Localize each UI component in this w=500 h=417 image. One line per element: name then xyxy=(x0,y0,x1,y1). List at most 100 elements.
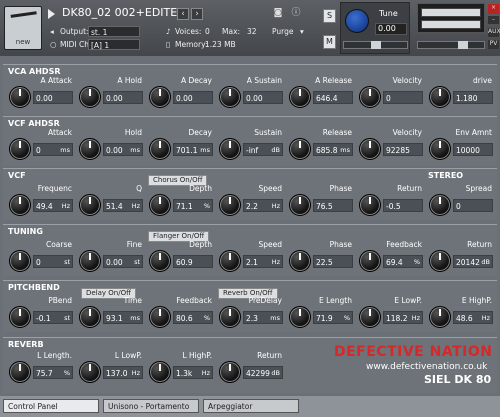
predelay-knob[interactable] xyxy=(219,306,241,328)
volume-slider-thumb[interactable] xyxy=(458,41,468,49)
max-voices-value[interactable]: 32 xyxy=(247,27,257,36)
phase-knob[interactable] xyxy=(289,194,311,216)
sustain-value[interactable]: -inf dB xyxy=(243,143,283,156)
sustain-knob[interactable] xyxy=(219,138,241,160)
velocity-knob[interactable] xyxy=(359,138,381,160)
speed-value[interactable]: 2.2 Hz xyxy=(243,199,283,212)
a-decay-knob[interactable] xyxy=(149,86,171,108)
pan-slider-thumb[interactable] xyxy=(371,41,381,49)
pbend-knob[interactable] xyxy=(9,306,31,328)
prev-instrument-button[interactable]: ‹ xyxy=(177,8,189,20)
output-select[interactable]: st. 1 xyxy=(88,26,140,37)
a-sustain-value[interactable]: 0.00 xyxy=(243,91,283,104)
a-release-knob[interactable] xyxy=(289,86,311,108)
tune-knob[interactable] xyxy=(345,9,369,33)
e-length-value[interactable]: 71.9% xyxy=(313,311,353,324)
return-value[interactable]: -0.5 xyxy=(383,199,423,212)
feedback-value[interactable]: 80.6% xyxy=(173,311,213,324)
attack-value[interactable]: 0 ms xyxy=(33,143,73,156)
instrument-logo-button[interactable]: new xyxy=(4,6,42,50)
tune-value[interactable]: 0.00 xyxy=(375,23,407,35)
return-value[interactable]: 42299 dB xyxy=(243,366,283,379)
a-release-value[interactable]: 646.4 xyxy=(313,91,353,104)
volume-slider[interactable] xyxy=(417,41,485,49)
pbend-value[interactable]: -0.1 st xyxy=(33,311,73,324)
hold-knob[interactable] xyxy=(79,138,101,160)
a-hold-knob[interactable] xyxy=(79,86,101,108)
velocity-knob[interactable] xyxy=(359,86,381,108)
tab-control-panel[interactable]: Control Panel xyxy=(3,399,99,413)
release-knob[interactable] xyxy=(289,138,311,160)
a-attack-knob[interactable] xyxy=(9,86,31,108)
speed-knob[interactable] xyxy=(219,250,241,272)
drive-knob[interactable] xyxy=(429,86,451,108)
pv-button[interactable]: PV xyxy=(488,40,499,49)
attack-knob[interactable] xyxy=(9,138,31,160)
info-icon[interactable]: ⓘ xyxy=(290,8,302,20)
pan-slider[interactable] xyxy=(343,41,408,49)
l-highp-value[interactable]: 1.3k Hz xyxy=(173,366,213,379)
feedback-knob[interactable] xyxy=(149,306,171,328)
return-knob[interactable] xyxy=(429,250,451,272)
frequenc-knob[interactable] xyxy=(9,194,31,216)
depth-knob[interactable] xyxy=(149,250,171,272)
e-length-knob[interactable] xyxy=(289,306,311,328)
phase-knob[interactable] xyxy=(289,250,311,272)
midi-channel-select[interactable]: [A] 1 xyxy=(88,39,140,50)
instrument-name[interactable]: DK80_02 002+EDITED xyxy=(62,6,186,19)
aux-button[interactable]: AUX xyxy=(488,28,500,37)
purge-button[interactable]: Purge xyxy=(272,27,293,36)
tab-unisono-portamento[interactable]: Unisono - Portamento xyxy=(103,399,199,413)
return-value[interactable]: 20142 dB xyxy=(453,255,493,268)
spread-value[interactable]: 0 xyxy=(453,199,493,212)
release-value[interactable]: 685.8 ms xyxy=(313,143,353,156)
l-lowp-value[interactable]: 137.0 Hz xyxy=(103,366,143,379)
decay-value[interactable]: 701.1 ms xyxy=(173,143,213,156)
feedback-knob[interactable] xyxy=(359,250,381,272)
e-lowp-knob[interactable] xyxy=(359,306,381,328)
minimize-button[interactable]: – xyxy=(488,16,499,24)
phase-value[interactable]: 22.5 xyxy=(313,255,353,268)
q-knob[interactable] xyxy=(79,194,101,216)
coarse-value[interactable]: 0 st xyxy=(33,255,73,268)
l-lowp-knob[interactable] xyxy=(79,361,101,383)
a-attack-value[interactable]: 0.00 xyxy=(33,91,73,104)
next-instrument-button[interactable]: › xyxy=(191,8,203,20)
velocity-value[interactable]: 92285 xyxy=(383,143,423,156)
depth-knob[interactable] xyxy=(149,194,171,216)
drive-value[interactable]: 1.180 xyxy=(453,91,493,104)
a-decay-value[interactable]: 0.00 xyxy=(173,91,213,104)
time-knob[interactable] xyxy=(79,306,101,328)
velocity-value[interactable]: 0 xyxy=(383,91,423,104)
phase-value[interactable]: 76.5 xyxy=(313,199,353,212)
speed-value[interactable]: 2.1 Hz xyxy=(243,255,283,268)
q-value[interactable]: 51.4 Hz xyxy=(103,199,143,212)
depth-value[interactable]: 60.9 xyxy=(173,255,213,268)
depth-value[interactable]: 71.1% xyxy=(173,199,213,212)
env-amnt-value[interactable]: 10000 xyxy=(453,143,493,156)
feedback-value[interactable]: 69.4% xyxy=(383,255,423,268)
env-amnt-knob[interactable] xyxy=(429,138,451,160)
fine-knob[interactable] xyxy=(79,250,101,272)
hold-value[interactable]: 0.00 ms xyxy=(103,143,143,156)
coarse-knob[interactable] xyxy=(9,250,31,272)
fine-value[interactable]: 0.00 st xyxy=(103,255,143,268)
purge-dropdown-icon[interactable]: ▾ xyxy=(300,27,304,36)
spread-knob[interactable] xyxy=(429,194,451,216)
speed-knob[interactable] xyxy=(219,194,241,216)
e-highp-value[interactable]: 48.6 Hz xyxy=(453,311,493,324)
tab-arpeggiator[interactable]: Arpeggiator xyxy=(203,399,299,413)
camera-icon[interactable]: ◙ xyxy=(272,8,284,20)
e-highp-knob[interactable] xyxy=(429,306,451,328)
a-sustain-knob[interactable] xyxy=(219,86,241,108)
mute-button[interactable]: M xyxy=(323,35,336,49)
return-knob[interactable] xyxy=(219,361,241,383)
time-value[interactable]: 93.1 ms xyxy=(103,311,143,324)
collapse-triangle-icon[interactable] xyxy=(48,9,55,19)
close-button[interactable]: × xyxy=(488,4,499,14)
solo-button[interactable]: S xyxy=(323,9,336,23)
frequenc-value[interactable]: 49.4 Hz xyxy=(33,199,73,212)
return-knob[interactable] xyxy=(359,194,381,216)
predelay-value[interactable]: 2.3 ms xyxy=(243,311,283,324)
e-lowp-value[interactable]: 118.2 Hz xyxy=(383,311,423,324)
